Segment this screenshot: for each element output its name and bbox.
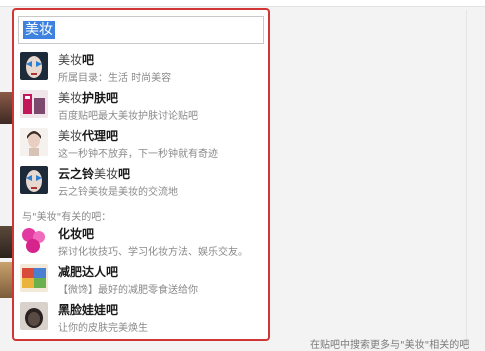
related-subtitle: 探讨化妆技巧、学习化妆方法、娱乐交友。 — [58, 247, 248, 258]
huazhuang-logo — [20, 226, 48, 254]
face-makeup-thumb — [20, 166, 48, 194]
suggestion-subtitle: 云之铃美妆是美妆的交流地 — [58, 187, 178, 198]
related-item[interactable]: 黑脸娃娃吧 让你的皮肤完美焕生 — [20, 300, 260, 336]
snack-thumb — [20, 264, 48, 292]
related-subtitle: 让你的皮肤完美焕生 — [58, 323, 148, 334]
portrait-thumb — [20, 128, 48, 156]
search-query-selected: 美妆 — [23, 21, 55, 39]
skincare-thumb — [20, 90, 48, 118]
suggestion-subtitle: 这一秒钟不放弃，下一秒钟就有奇迹 — [58, 149, 218, 160]
related-title: 减肥达人吧 — [58, 265, 119, 279]
suggestion-title: 美妆代理吧 — [58, 129, 119, 143]
related-section-label: 与"美妆"有关的吧： — [22, 212, 112, 223]
search-input[interactable]: 美妆 — [18, 16, 264, 44]
suggestion-title: 美妆护肤吧 — [58, 91, 119, 105]
doll-face-thumb — [20, 302, 48, 330]
suggestion-title: 美妆吧 — [58, 53, 95, 67]
related-subtitle: 【微馋】最好的减肥零食送给你 — [58, 285, 198, 296]
suggestion-item[interactable]: 美妆吧 所属目录：生活 时尚美容 — [20, 50, 260, 86]
related-title: 化妆吧 — [58, 227, 95, 241]
suggestion-item[interactable]: 云之铃美妆吧 云之铃美妆是美妆的交流地 — [20, 164, 260, 200]
suggestion-title: 云之铃美妆吧 — [58, 167, 131, 181]
related-item[interactable]: 化妆吧 探讨化妆技巧、学习化妆方法、娱乐交友。 — [20, 224, 260, 260]
page-top-bar — [0, 0, 485, 7]
related-item[interactable]: 减肥达人吧 【微馋】最好的减肥零食送给你 — [20, 262, 260, 298]
suggestion-item[interactable]: 美妆护肤吧 百度贴吧最大美妆护肤讨论贴吧 — [20, 88, 260, 124]
suggestion-item[interactable]: 美妆代理吧 这一秒钟不放弃，下一秒钟就有奇迹 — [20, 126, 260, 162]
search-suggestion-panel: 美妆 美妆吧 所属目录：生活 时尚美容 美妆护肤吧 百度贴吧最大美妆护肤讨论贴吧… — [12, 8, 270, 341]
face-makeup-thumb — [20, 52, 48, 80]
page-divider — [466, 10, 467, 349]
related-title: 黑脸娃娃吧 — [58, 303, 119, 317]
suggestion-subtitle: 百度贴吧最大美妆护肤讨论贴吧 — [58, 111, 198, 122]
suggestion-subtitle: 所属目录：生活 时尚美容 — [58, 73, 172, 84]
